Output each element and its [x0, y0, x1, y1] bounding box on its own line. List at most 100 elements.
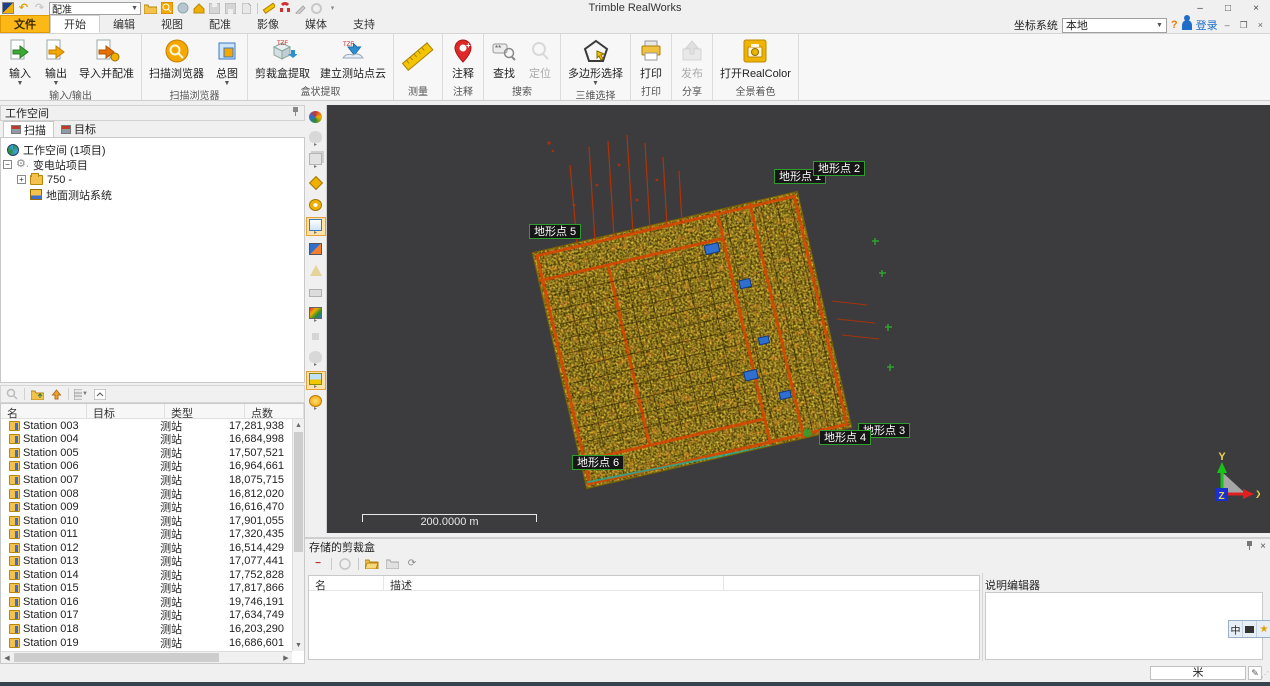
properties-icon[interactable]: [93, 388, 107, 401]
resize-grip-icon[interactable]: ⋰: [1261, 670, 1269, 679]
polygon-select-button[interactable]: 多边形选择 ▼: [563, 35, 628, 86]
table-row[interactable]: Station 013测站17,077,441: [1, 554, 292, 568]
table-row[interactable]: Station 019测站16,686,601: [1, 636, 292, 650]
point-cloud-canvas[interactable]: 地形点 1 地形点 2 地形点 3 地形点 4 地形点 5 地形点 6 200.…: [327, 105, 1270, 533]
table-row[interactable]: Station 017测站17,634,749: [1, 609, 292, 623]
undo-icon[interactable]: ↶: [17, 2, 30, 15]
folder-up-icon[interactable]: [30, 388, 44, 401]
qat-more-icon[interactable]: ▾: [326, 2, 339, 15]
collapse-icon[interactable]: −: [3, 160, 12, 169]
create-station-cloud-button[interactable]: TZF 建立测站点云: [315, 35, 391, 82]
annotation-button[interactable]: + 注释: [445, 35, 481, 82]
up-arrow-icon[interactable]: [49, 388, 63, 401]
tree-item-project[interactable]: − ⚙. 变电站项目: [1, 157, 304, 172]
quick-access-dropdown[interactable]: 配准 ▼: [49, 2, 141, 15]
table-row[interactable]: Station 015测站17,817,866: [1, 582, 292, 596]
scroll-left-icon[interactable]: ◀: [1, 652, 13, 664]
overview-map-button[interactable]: 总图 ▼: [209, 35, 245, 86]
description-editor[interactable]: [985, 592, 1263, 660]
navigation-tool-icon[interactable]: [306, 173, 326, 192]
table-row[interactable]: Station 006测站16,964,661: [1, 460, 292, 474]
column-header-description[interactable]: 描述: [384, 576, 724, 590]
login-button[interactable]: 登录: [1196, 17, 1218, 33]
lighting-icon[interactable]: ▸: [306, 393, 326, 412]
app-icon[interactable]: [2, 2, 14, 14]
table-row[interactable]: Station 004测站16,684,998: [1, 433, 292, 447]
scroll-up-icon[interactable]: ▲: [293, 419, 304, 431]
print-button[interactable]: 打印: [633, 35, 669, 82]
terrain-point-label[interactable]: 地形点 5: [529, 224, 581, 239]
table-row[interactable]: Station 016测站19,746,191: [1, 595, 292, 609]
tab-support[interactable]: 支持: [340, 15, 388, 33]
measure-button[interactable]: [396, 35, 440, 82]
refresh-icon[interactable]: ⟳: [405, 557, 419, 570]
scroll-right-icon[interactable]: ▶: [280, 652, 292, 664]
unit-display[interactable]: 米: [1150, 666, 1246, 680]
ime-tools-icon[interactable]: ★: [1257, 621, 1270, 637]
table-row[interactable]: Station 005测站17,507,521: [1, 446, 292, 460]
pin-icon[interactable]: [291, 106, 300, 120]
tab-file[interactable]: 文件: [0, 15, 50, 33]
pin-icon[interactable]: [1245, 540, 1254, 554]
terrain-point-label[interactable]: 地形点 6: [572, 455, 624, 470]
tab-registration[interactable]: 配准: [196, 15, 244, 33]
tab-scans[interactable]: 扫描: [3, 121, 54, 137]
find-button[interactable]: ** 查找: [486, 35, 522, 82]
tree-item-workspace[interactable]: 工作空间 (1项目): [1, 142, 304, 157]
column-header-points[interactable]: 点数: [245, 404, 304, 418]
doc-close-button[interactable]: ×: [1255, 20, 1266, 30]
limit-box-icon[interactable]: [306, 239, 326, 258]
doc-restore-button[interactable]: ❐: [1237, 20, 1251, 31]
clipping-box-table[interactable]: 名 描述: [308, 575, 980, 660]
help-button[interactable]: ?: [1171, 19, 1178, 31]
doc-minimize-button[interactable]: –: [1222, 20, 1233, 30]
image-display-icon[interactable]: ▸: [306, 371, 326, 390]
table-row[interactable]: Station 003测站17,281,938: [1, 419, 292, 433]
open-folder-icon[interactable]: [144, 2, 157, 15]
scroll-down-icon[interactable]: ▼: [293, 639, 304, 651]
horizontal-scrollbar[interactable]: ◀ ▶: [1, 651, 292, 663]
table-row[interactable]: Station 009测站16,616,470: [1, 500, 292, 514]
expand-icon[interactable]: +: [17, 175, 26, 184]
target-select-icon[interactable]: [306, 195, 326, 214]
scan-explorer-button[interactable]: 扫描浏览器: [144, 35, 209, 86]
measure-tool-icon[interactable]: [262, 2, 275, 15]
table-row[interactable]: Station 018测站16,203,290: [1, 622, 292, 636]
column-header-type[interactable]: 类型: [165, 404, 245, 418]
column-header-name[interactable]: 名: [309, 576, 384, 590]
scrollbar-thumb[interactable]: [14, 653, 219, 662]
terrain-point-label[interactable]: 地形点 2: [813, 161, 865, 176]
table-row[interactable]: Station 014测站17,752,828: [1, 568, 292, 582]
column-header-target[interactable]: 目标: [87, 404, 165, 418]
remove-icon[interactable]: −: [311, 557, 325, 570]
scrollbar-thumb[interactable]: [294, 432, 303, 552]
edit-unit-icon[interactable]: ✎: [1248, 666, 1262, 680]
segmentation-tool-icon[interactable]: [306, 107, 326, 126]
open-realcolor-button[interactable]: 打开RealColor: [715, 35, 796, 82]
terrain-point-label[interactable]: 地形点 4: [819, 430, 871, 445]
minimize-button[interactable]: –: [1186, 0, 1214, 16]
ime-language-button[interactable]: 中: [1229, 621, 1243, 637]
tab-view[interactable]: 视图: [148, 15, 196, 33]
column-header-name[interactable]: 名: [1, 404, 87, 418]
table-row[interactable]: Station 010测站17,901,055: [1, 514, 292, 528]
tab-home[interactable]: 开始: [50, 15, 100, 33]
tab-imaging[interactable]: 影像: [244, 15, 292, 33]
tree-item-750[interactable]: + 750 -: [1, 172, 304, 187]
annotations-view-icon[interactable]: ▸: [306, 217, 326, 236]
maximize-button[interactable]: □: [1214, 0, 1242, 16]
export-button[interactable]: 输出 ▼: [38, 35, 74, 86]
3d-viewport[interactable]: ▸ ▸ ▸ ▸ ▸ ▸ ▸: [305, 105, 1270, 533]
annotation-magnet-icon[interactable]: [278, 2, 291, 15]
tab-edit[interactable]: 编辑: [100, 15, 148, 33]
tab-media[interactable]: 媒体: [292, 15, 340, 33]
search-icon[interactable]: [160, 2, 173, 15]
clipping-box-extract-button[interactable]: TZF 剪裁盒提取: [250, 35, 315, 82]
home-icon[interactable]: [192, 2, 205, 15]
table-row[interactable]: Station 011测站17,320,435: [1, 527, 292, 541]
tree-item-ground-station[interactable]: 地面测站系统: [1, 187, 304, 202]
ime-keyboard-icon[interactable]: [1243, 621, 1257, 637]
color-scale-icon[interactable]: ▸: [306, 305, 326, 324]
import-register-button[interactable]: 导入并配准: [74, 35, 139, 86]
close-icon[interactable]: ×: [1260, 541, 1266, 552]
